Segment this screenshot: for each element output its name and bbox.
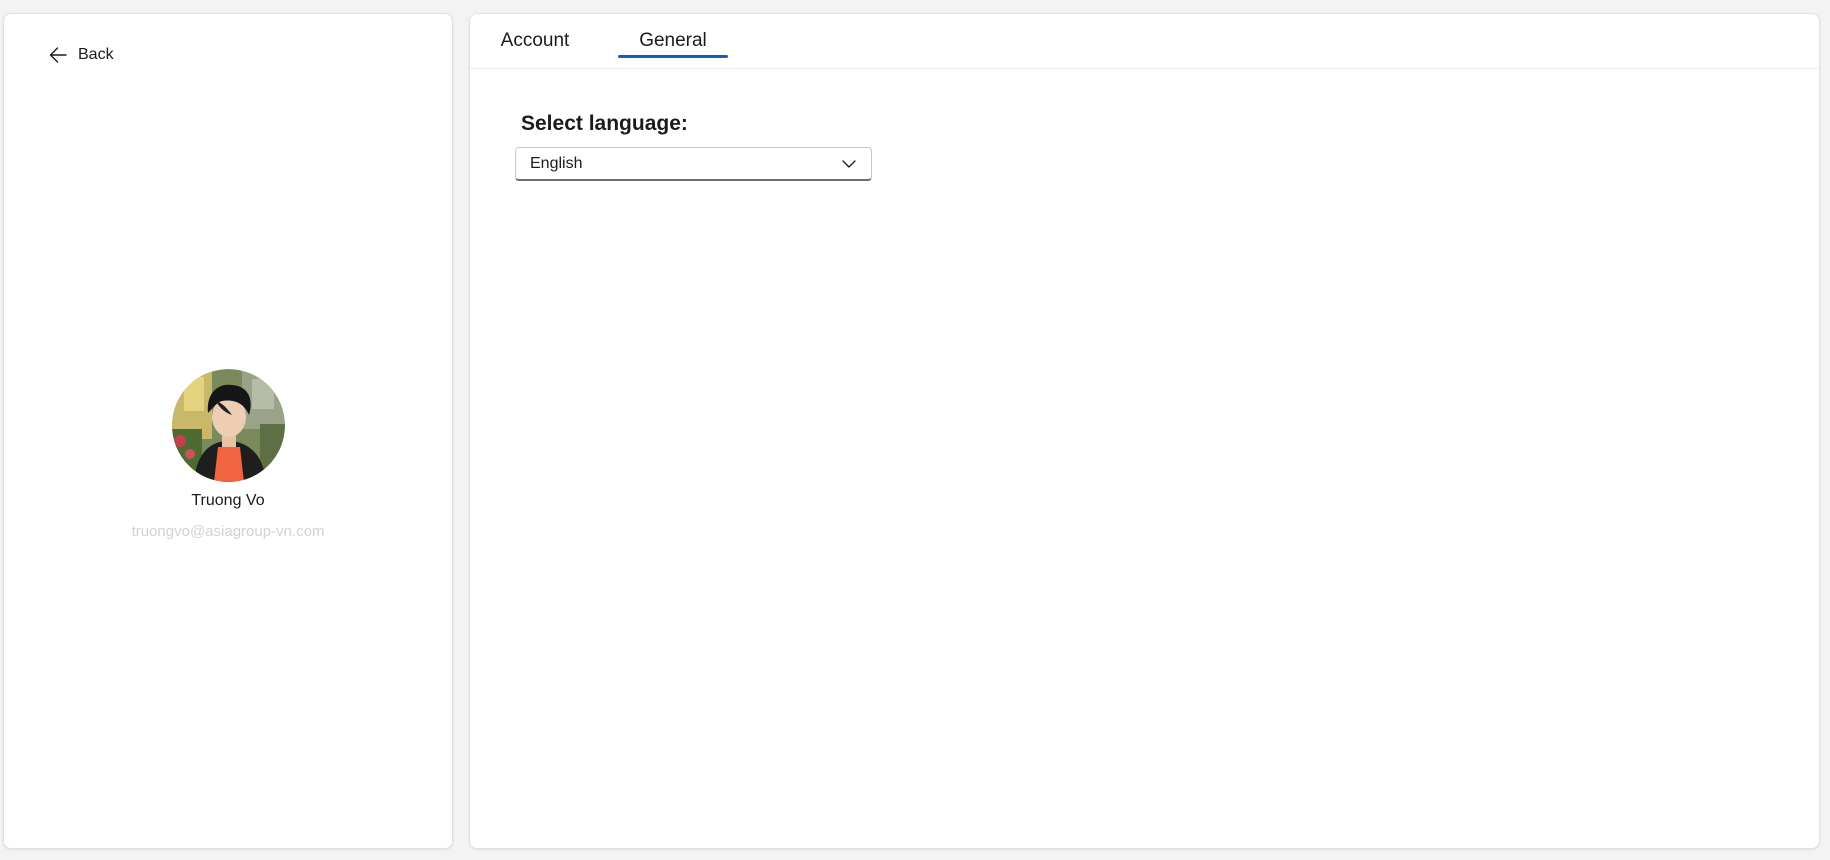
language-label: Select language: xyxy=(521,112,688,135)
back-button[interactable]: Back xyxy=(48,41,114,69)
tab-account[interactable]: Account xyxy=(490,14,580,68)
language-dropdown[interactable]: English xyxy=(515,147,872,181)
user-email: truongvo@asiagroup-vn.com xyxy=(131,523,325,540)
arrow-left-icon xyxy=(49,47,67,63)
back-label: Back xyxy=(78,46,114,63)
language-selected-value: English xyxy=(530,154,583,172)
tab-bar: Account General xyxy=(470,14,1819,69)
user-name: Truong Vo xyxy=(191,492,265,509)
profile-panel: Back Truong Vo truongvo@asiagroup-vn.com xyxy=(3,13,453,849)
user-profile: Truong Vo truongvo@asiagroup-vn.com xyxy=(4,369,452,540)
tab-general[interactable]: General xyxy=(618,14,728,68)
chevron-down-icon xyxy=(842,159,856,168)
settings-panel: Account General Select language: English xyxy=(469,13,1820,849)
active-tab-indicator xyxy=(618,55,728,58)
avatar xyxy=(171,369,285,482)
general-settings: Select language: English xyxy=(515,112,872,181)
